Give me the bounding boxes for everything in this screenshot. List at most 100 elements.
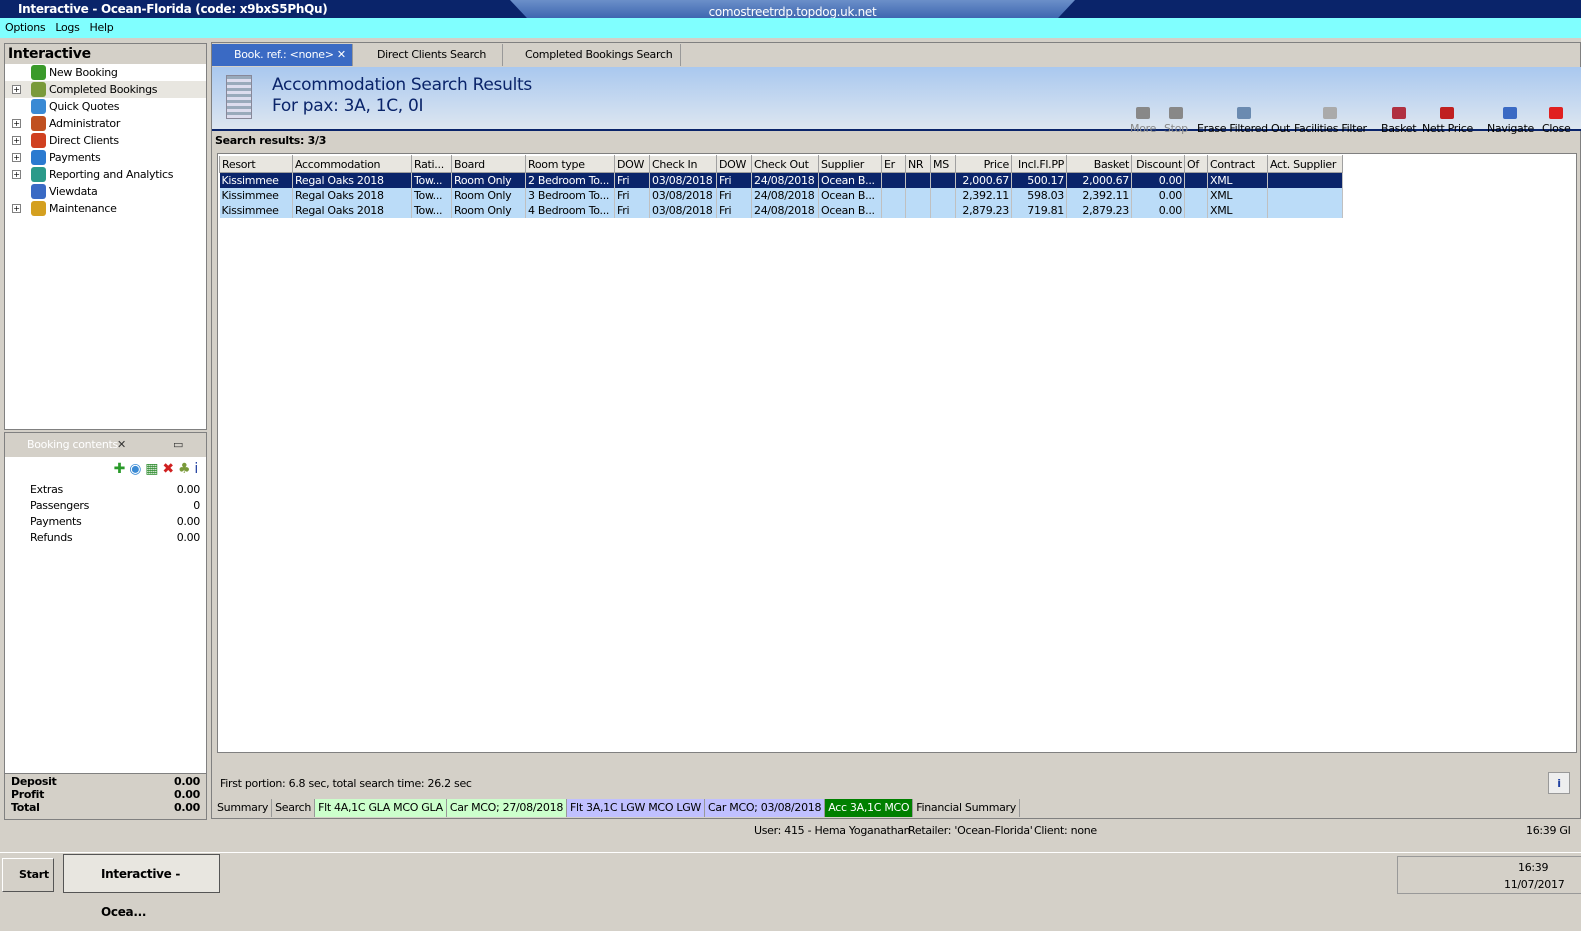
toolbar-button-erase-filtered-out[interactable]: Erase Filtered Out <box>1197 107 1290 135</box>
status-retailer: Retailer: 'Ocean-Florida' <box>908 824 1033 837</box>
delete-icon[interactable]: ✖ <box>162 461 174 477</box>
column-header[interactable]: Board <box>451 155 526 173</box>
column-header[interactable]: Resort <box>219 155 293 173</box>
table-row[interactable]: Kissimmee Regal Oaks 2018 Tow... Room Only 4… <box>219 202 1343 218</box>
column-header[interactable]: Er <box>881 155 906 173</box>
toolbar-button-nett-price[interactable]: Nett Price <box>1422 107 1473 135</box>
table-cell: 2,000.67 <box>955 172 1012 188</box>
table-cell: 2,392.11 <box>955 187 1012 203</box>
start-button[interactable]: Start <box>2 858 54 892</box>
table-cell <box>1267 187 1343 203</box>
toolbar-button-navigate[interactable]: Navigate <box>1487 107 1534 135</box>
itinerary-tab[interactable]: Car MCO; 03/08/2018 <box>705 799 826 817</box>
column-header[interactable]: Rati... <box>411 155 452 173</box>
nav-item-label: Direct Clients <box>49 134 119 147</box>
minimize-icon[interactable]: ▭ <box>173 433 183 457</box>
column-header[interactable]: DOW <box>614 155 650 173</box>
nav-item-icon <box>31 184 46 199</box>
nav-item-icon <box>31 65 46 80</box>
table-cell: Fri <box>614 172 650 188</box>
expand-icon[interactable]: + <box>12 153 21 162</box>
results-banner: Accommodation Search Results For pax: 3A… <box>212 67 1581 135</box>
column-header[interactable]: NR <box>905 155 931 173</box>
table-cell: Kissimmee <box>219 187 293 203</box>
menu-options[interactable]: Options <box>0 21 50 34</box>
nav-item[interactable]: Quick Quotes <box>5 98 206 115</box>
close-tab-icon[interactable]: ✕ <box>337 48 346 61</box>
itinerary-tab[interactable]: Car MCO; 27/08/2018 <box>446 799 568 817</box>
table-cell: Ocean B... <box>818 187 882 203</box>
tab-direct-clients-search[interactable]: Direct Clients Search <box>355 44 503 66</box>
table-cell: Tow... <box>411 202 452 218</box>
column-header[interactable]: Check In <box>649 155 717 173</box>
column-header[interactable]: Check Out <box>751 155 819 173</box>
toolbar-button-basket[interactable]: Basket <box>1381 107 1417 135</box>
nav-item[interactable]: + Maintenance <box>5 200 206 217</box>
nav-item-label: Payments <box>49 151 101 164</box>
taskbar-app-interactive[interactable]: Interactive - Ocea... <box>63 854 220 919</box>
column-header[interactable]: Contract <box>1207 155 1268 173</box>
quote-icon[interactable]: ◉ <box>129 461 141 477</box>
column-header[interactable]: Basket <box>1066 155 1132 173</box>
basket-icon <box>1391 107 1406 119</box>
itinerary-tab[interactable]: Search <box>272 799 316 817</box>
toolbar-label: Close <box>1542 122 1571 135</box>
expand-icon[interactable]: + <box>12 85 21 94</box>
table-cell: Ocean B... <box>818 172 882 188</box>
nav-item[interactable]: + Completed Bookings <box>5 81 206 98</box>
column-header[interactable]: Discount <box>1131 155 1185 173</box>
row-value: 0.00 <box>176 531 201 544</box>
table-cell: Kissimmee <box>219 202 293 218</box>
row-value: 0.00 <box>176 515 201 528</box>
tab-booking[interactable]: Book. ref.: <none> ✕ <box>212 44 353 66</box>
column-header[interactable]: MS <box>930 155 956 173</box>
column-header[interactable]: DOW <box>716 155 752 173</box>
nav-item[interactable]: + Reporting and Analytics <box>5 166 206 183</box>
info-button[interactable]: i <box>1548 772 1570 794</box>
toolbar-label: More <box>1130 122 1157 135</box>
menu-logs[interactable]: Logs <box>50 21 84 34</box>
itinerary-tab[interactable]: Flt 3A,1C LGW MCO LGW <box>567 799 706 817</box>
table-row[interactable]: Kissimmee Regal Oaks 2018 Tow... Room Only 3… <box>219 187 1343 203</box>
table-cell: Fri <box>716 187 752 203</box>
toolbar-button-close[interactable]: Close <box>1542 107 1571 135</box>
nav-item[interactable]: Viewdata <box>5 183 206 200</box>
itinerary-tab[interactable]: Summary <box>214 799 273 817</box>
nav-item[interactable]: New Booking <box>5 64 206 81</box>
toolbar-button-facilities-filter[interactable]: Facilities Filter <box>1294 107 1367 135</box>
navigate-icon <box>1503 107 1518 119</box>
table-row[interactable]: Kissimmee Regal Oaks 2018 Tow... Room Only 2… <box>219 172 1343 188</box>
table-cell: 24/08/2018 <box>751 202 819 218</box>
close-icon[interactable]: ✕ <box>117 433 126 457</box>
nav-item[interactable]: + Direct Clients <box>5 132 206 149</box>
itinerary-tab[interactable]: Flt 4A,1C GLA MCO GLA <box>315 799 447 817</box>
table-cell: 2,879.23 <box>955 202 1012 218</box>
basket-icon[interactable]: ▦ <box>145 461 158 477</box>
column-header[interactable]: Incl.Fl.PP <box>1011 155 1067 173</box>
column-header[interactable]: Of <box>1184 155 1208 173</box>
tab-completed-bookings-search[interactable]: Completed Bookings Search <box>503 44 681 66</box>
booking-icon[interactable]: ♣ <box>178 461 191 477</box>
nav-item-icon <box>31 82 46 97</box>
nav-item[interactable]: + Payments <box>5 149 206 166</box>
toolbar-button-stop[interactable]: Stop <box>1164 107 1188 135</box>
column-header[interactable]: Accommodation <box>292 155 412 173</box>
status-time: 16:39 GI <box>1526 824 1571 837</box>
expand-icon[interactable]: + <box>12 136 21 145</box>
expand-icon[interactable]: + <box>12 204 21 213</box>
table-cell: 03/08/2018 <box>649 172 717 188</box>
add-icon[interactable]: ✚ <box>114 461 126 477</box>
toolbar-button-more[interactable]: More <box>1130 107 1156 135</box>
itinerary-tab[interactable]: Financial Summary <box>913 799 1020 817</box>
column-header[interactable]: Act. Supplier <box>1267 155 1343 173</box>
nav-item[interactable]: + Administrator <box>5 115 206 132</box>
info-icon[interactable]: i <box>194 461 198 477</box>
column-header[interactable]: Supplier <box>818 155 882 173</box>
expand-icon[interactable]: + <box>12 119 21 128</box>
itinerary-tab[interactable]: Acc 3A,1C MCO <box>825 799 914 817</box>
table-cell: Fri <box>716 172 752 188</box>
menu-help[interactable]: Help <box>85 21 119 34</box>
column-header[interactable]: Room type <box>525 155 615 173</box>
column-header[interactable]: Price <box>955 155 1012 173</box>
expand-icon[interactable]: + <box>12 170 21 179</box>
